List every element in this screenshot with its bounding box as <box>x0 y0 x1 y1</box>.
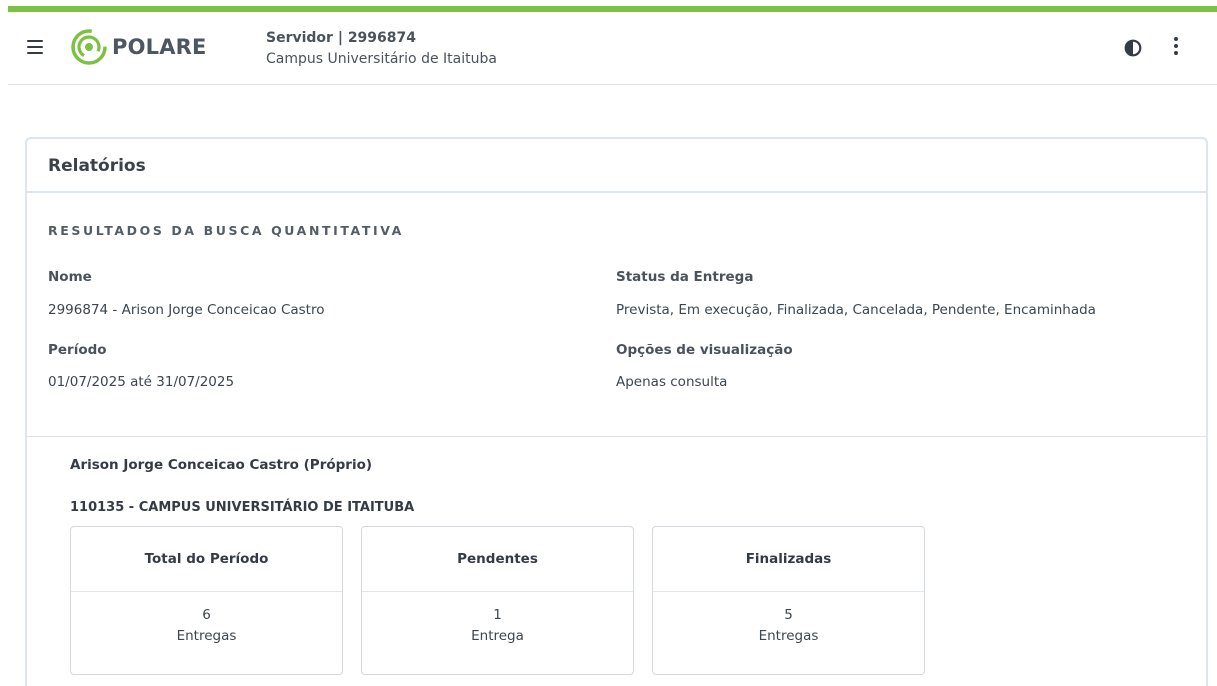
status-value: Prevista, Em execução, Finalizada, Cance… <box>616 302 1096 318</box>
polare-logo-icon <box>71 29 107 65</box>
person-name: Arison Jorge Conceicao Castro (Próprio) <box>70 457 373 473</box>
card-header: Relatórios <box>27 139 1206 193</box>
period-label: Período <box>48 342 107 358</box>
stat-unit: Entregas <box>758 628 819 644</box>
view-options-label: Opções de visualização <box>616 342 793 358</box>
stat-card-pending: Pendentes 1 Entrega <box>361 526 634 675</box>
stat-body: 1 Entrega <box>362 605 633 647</box>
more-vertical-icon[interactable] <box>1172 37 1180 57</box>
page-title: Relatórios <box>48 156 146 176</box>
stat-title: Finalizadas <box>653 527 924 592</box>
report-card: Relatórios RESULTADOS DA BUSCA QUANTITAT… <box>25 137 1208 686</box>
stat-title: Total do Período <box>71 527 342 592</box>
stat-card-total: Total do Período 6 Entregas <box>70 526 343 675</box>
unit-name: 110135 - CAMPUS UNIVERSITÁRIO DE ITAITUB… <box>70 500 415 515</box>
user-role: Servidor | 2996874 <box>266 30 417 46</box>
status-label: Status da Entrega <box>616 269 754 285</box>
stat-card-finished: Finalizadas 5 Entregas <box>652 526 925 675</box>
section-title: RESULTADOS DA BUSCA QUANTITATIVA <box>48 223 404 238</box>
name-label: Nome <box>48 269 92 285</box>
stat-body: 6 Entregas <box>71 605 342 647</box>
app-logo[interactable]: POLARE <box>70 28 207 66</box>
period-value: 01/07/2025 até 31/07/2025 <box>48 374 235 390</box>
stat-unit: Entrega <box>471 628 524 644</box>
stat-count: 1 <box>493 607 502 623</box>
section-divider <box>27 436 1206 437</box>
view-options-value: Apenas consulta <box>616 374 728 390</box>
brand-name: POLARE <box>112 35 207 59</box>
contrast-icon[interactable] <box>1124 39 1142 57</box>
user-info: Servidor | 2996874 Campus Universitário … <box>266 28 497 70</box>
name-value: 2996874 - Arison Jorge Conceicao Castro <box>48 302 325 318</box>
user-campus: Campus Universitário de Itaituba <box>266 51 497 67</box>
stat-count: 6 <box>202 607 211 623</box>
stat-count: 5 <box>784 607 793 623</box>
stat-title: Pendentes <box>362 527 633 592</box>
app-header: POLARE Servidor | 2996874 Campus Univers… <box>8 12 1217 85</box>
stat-unit: Entregas <box>176 628 237 644</box>
stat-body: 5 Entregas <box>653 605 924 647</box>
hamburger-menu-icon[interactable] <box>27 40 43 55</box>
